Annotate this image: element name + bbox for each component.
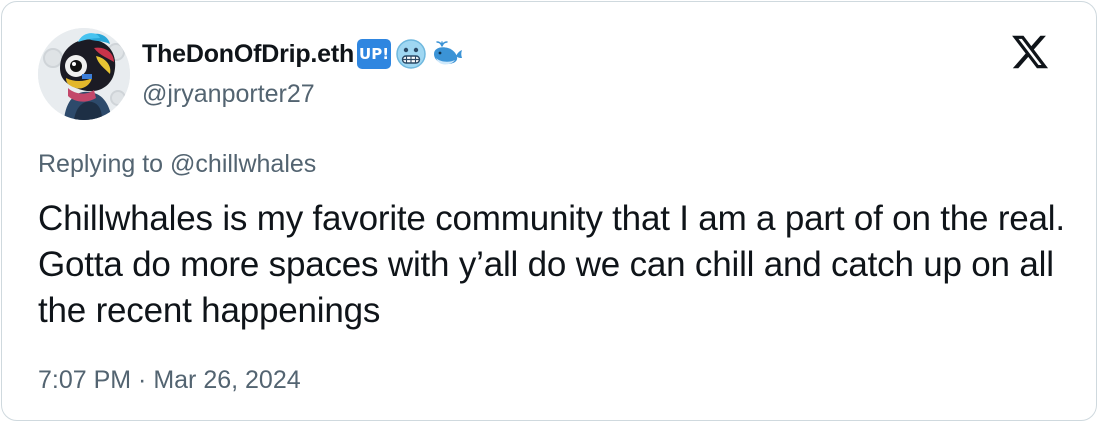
whale-icon [434, 41, 463, 65]
up-badge-icon: UP! [357, 39, 392, 69]
tweet-timestamp[interactable]: 7:07 PM · Mar 26, 2024 [38, 366, 301, 395]
tweet-text: Chillwhales is my favorite community tha… [38, 199, 1065, 330]
replying-to-line: Replying to @chillwhales [38, 150, 316, 179]
author-name-row[interactable]: TheDonOfDrip.eth UP! [142, 36, 463, 72]
replying-to-label: Replying to [38, 150, 171, 178]
display-name[interactable]: TheDonOfDrip.eth [142, 40, 354, 69]
avatar[interactable] [38, 28, 130, 120]
x-logo-icon[interactable] [1008, 32, 1052, 72]
author-handle[interactable]: @jryanporter27 [142, 80, 315, 109]
avatar-image [38, 28, 130, 120]
replying-to-handle[interactable]: @chillwhales [170, 150, 316, 178]
grimacing-face-icon [396, 39, 426, 69]
tweet-card[interactable]: TheDonOfDrip.eth UP! @jryanporter27 Repl… [1, 1, 1097, 421]
